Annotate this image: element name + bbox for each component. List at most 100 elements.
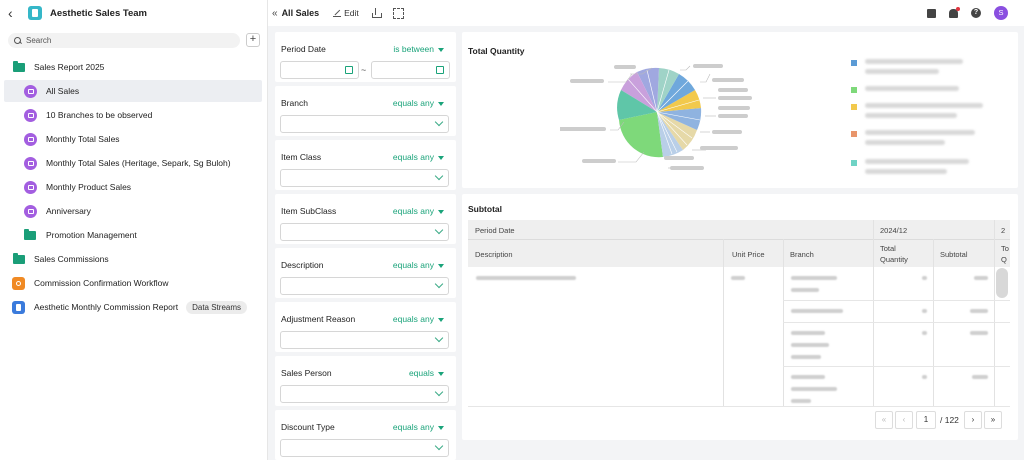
sidebar-item-monthly-total-sales[interactable]: Monthly Total Sales xyxy=(0,128,268,150)
legend-item[interactable] xyxy=(851,86,959,93)
filter-operator-dropdown[interactable]: equals any xyxy=(393,206,444,216)
calendar-icon xyxy=(436,66,444,74)
pencil-icon xyxy=(333,9,342,17)
app-logo-icon xyxy=(28,6,42,20)
filter-sales-person: Sales Person equals xyxy=(275,356,456,406)
filter-operator-dropdown[interactable]: is between xyxy=(393,44,444,54)
filter-select[interactable] xyxy=(280,385,449,403)
filter-item-class: Item Class equals any xyxy=(275,140,456,190)
filter-select[interactable] xyxy=(280,277,449,295)
app-title: Aesthetic Sales Team xyxy=(50,7,147,19)
data-streams-chip[interactable]: Data Streams xyxy=(186,300,247,314)
workflow-icon xyxy=(12,276,25,290)
filter-operator-dropdown[interactable]: equals xyxy=(409,368,444,378)
table-cell xyxy=(922,331,927,335)
first-page-button[interactable]: « xyxy=(875,411,893,429)
chart-title: Total Quantity xyxy=(468,46,525,56)
help-icon[interactable]: ? xyxy=(971,8,981,18)
page-icon xyxy=(24,108,37,122)
sidebar-item-anniversary[interactable]: Anniversary xyxy=(0,200,268,222)
start-date-input[interactable] xyxy=(280,61,359,79)
sidebar-item-commission-workflow[interactable]: Commission Confirmation Workflow xyxy=(0,272,268,294)
sidebar-item-sales-commissions[interactable]: Sales Commissions xyxy=(0,248,268,270)
panel-icon[interactable] xyxy=(927,8,936,18)
prev-page-button[interactable]: ‹ xyxy=(895,411,913,429)
collapse-sidebar-icon[interactable]: « xyxy=(272,8,278,19)
sidebar-item-label: Monthly Total Sales (Heritage, Separk, S… xyxy=(46,158,231,168)
column-header-unit-price[interactable]: Unit Price xyxy=(732,250,765,259)
filter-operator-dropdown[interactable]: equals any xyxy=(393,98,444,108)
filter-select[interactable] xyxy=(280,169,449,187)
filter-operator-dropdown[interactable]: equals any xyxy=(393,422,444,432)
table-cell xyxy=(970,331,988,335)
sidebar-item-monthly-product-sales[interactable]: Monthly Product Sales xyxy=(0,176,268,198)
sidebar-item-all-sales[interactable]: All Sales xyxy=(4,80,262,102)
back-chevron-icon[interactable]: ‹ xyxy=(8,6,20,20)
filter-label: Adjustment Reason xyxy=(281,314,356,324)
filter-select[interactable] xyxy=(280,331,449,349)
pie-label xyxy=(582,159,616,163)
page-number-input[interactable]: 1 xyxy=(916,411,936,429)
filter-select[interactable] xyxy=(280,223,449,241)
sidebar-item-10-branches[interactable]: 10 Branches to be observed xyxy=(0,104,268,126)
page-icon xyxy=(24,180,37,194)
column-header-branch[interactable]: Branch xyxy=(790,250,814,259)
legend-item[interactable] xyxy=(851,103,983,118)
table-cell xyxy=(476,276,576,280)
sidebar-item-label: Sales Report 2025 xyxy=(34,62,105,72)
legend-item[interactable] xyxy=(851,159,969,174)
next-page-button[interactable]: › xyxy=(964,411,982,429)
table-scrollbar[interactable] xyxy=(996,268,1008,298)
sidebar-item-label: Promotion Management xyxy=(46,230,137,240)
pie-label xyxy=(718,106,750,110)
sidebar-item-promotion-management[interactable]: Promotion Management xyxy=(0,224,268,246)
table-cell xyxy=(791,375,825,379)
page-title: All Sales xyxy=(281,8,320,18)
column-header-total-quantity-2[interactable]: To Q xyxy=(1001,243,1011,265)
edit-button[interactable]: Edit xyxy=(333,8,359,18)
notification-icon[interactable] xyxy=(949,6,960,18)
last-page-button[interactable]: » xyxy=(984,411,1002,429)
table-body[interactable] xyxy=(468,267,1010,406)
sidebar-item-monthly-total-sales-heritage[interactable]: Monthly Total Sales (Heritage, Separk, S… xyxy=(0,152,268,174)
table-title: Subtotal xyxy=(468,204,502,214)
pie-label xyxy=(693,64,723,68)
filter-operator-dropdown[interactable]: equals any xyxy=(393,314,444,324)
sidebar-item-label: Monthly Product Sales xyxy=(46,182,132,192)
column-header-total-quantity[interactable]: Total Quantity xyxy=(880,243,922,265)
chevron-down-icon xyxy=(434,225,444,235)
page-total: / 122 xyxy=(940,415,959,425)
sidebar-item-commission-report[interactable]: Aesthetic Monthly Commission Report Data… xyxy=(0,296,268,318)
page-icon xyxy=(24,204,37,218)
avatar[interactable]: S xyxy=(994,6,1008,20)
column-header-description[interactable]: Description xyxy=(475,250,513,259)
filter-select[interactable] xyxy=(280,115,449,133)
table-cell xyxy=(922,309,927,313)
table-cell xyxy=(791,309,843,313)
pie-label xyxy=(712,78,744,82)
pie-chart[interactable] xyxy=(560,60,780,180)
share-icon[interactable] xyxy=(371,8,382,18)
end-date-input[interactable] xyxy=(371,61,450,79)
column-header-subtotal[interactable]: Subtotal xyxy=(940,250,968,259)
sidebar-item-label: All Sales xyxy=(46,86,80,96)
filter-operator-dropdown[interactable]: equals any xyxy=(393,260,444,270)
search-input[interactable]: Search xyxy=(8,33,240,48)
chevron-down-icon xyxy=(434,387,444,397)
table-cell xyxy=(791,288,819,292)
pie-label xyxy=(712,130,742,134)
sidebar-item-sales-report-2025[interactable]: Sales Report 2025 xyxy=(0,56,268,78)
fullscreen-icon[interactable] xyxy=(392,8,404,19)
filter-operator-dropdown[interactable]: equals any xyxy=(393,152,444,162)
sidebar-item-label: Monthly Total Sales xyxy=(46,134,120,144)
table-cell xyxy=(791,343,829,347)
sidebar-item-label: Commission Confirmation Workflow xyxy=(34,278,169,288)
filter-select[interactable] xyxy=(280,439,449,457)
legend-item[interactable] xyxy=(851,130,975,145)
pie-slice[interactable] xyxy=(619,112,663,158)
filter-label: Item SubClass xyxy=(281,206,337,216)
legend-item[interactable] xyxy=(851,59,963,74)
folder-icon xyxy=(13,60,25,72)
add-button[interactable]: + xyxy=(246,33,260,47)
table-cell xyxy=(731,276,745,280)
